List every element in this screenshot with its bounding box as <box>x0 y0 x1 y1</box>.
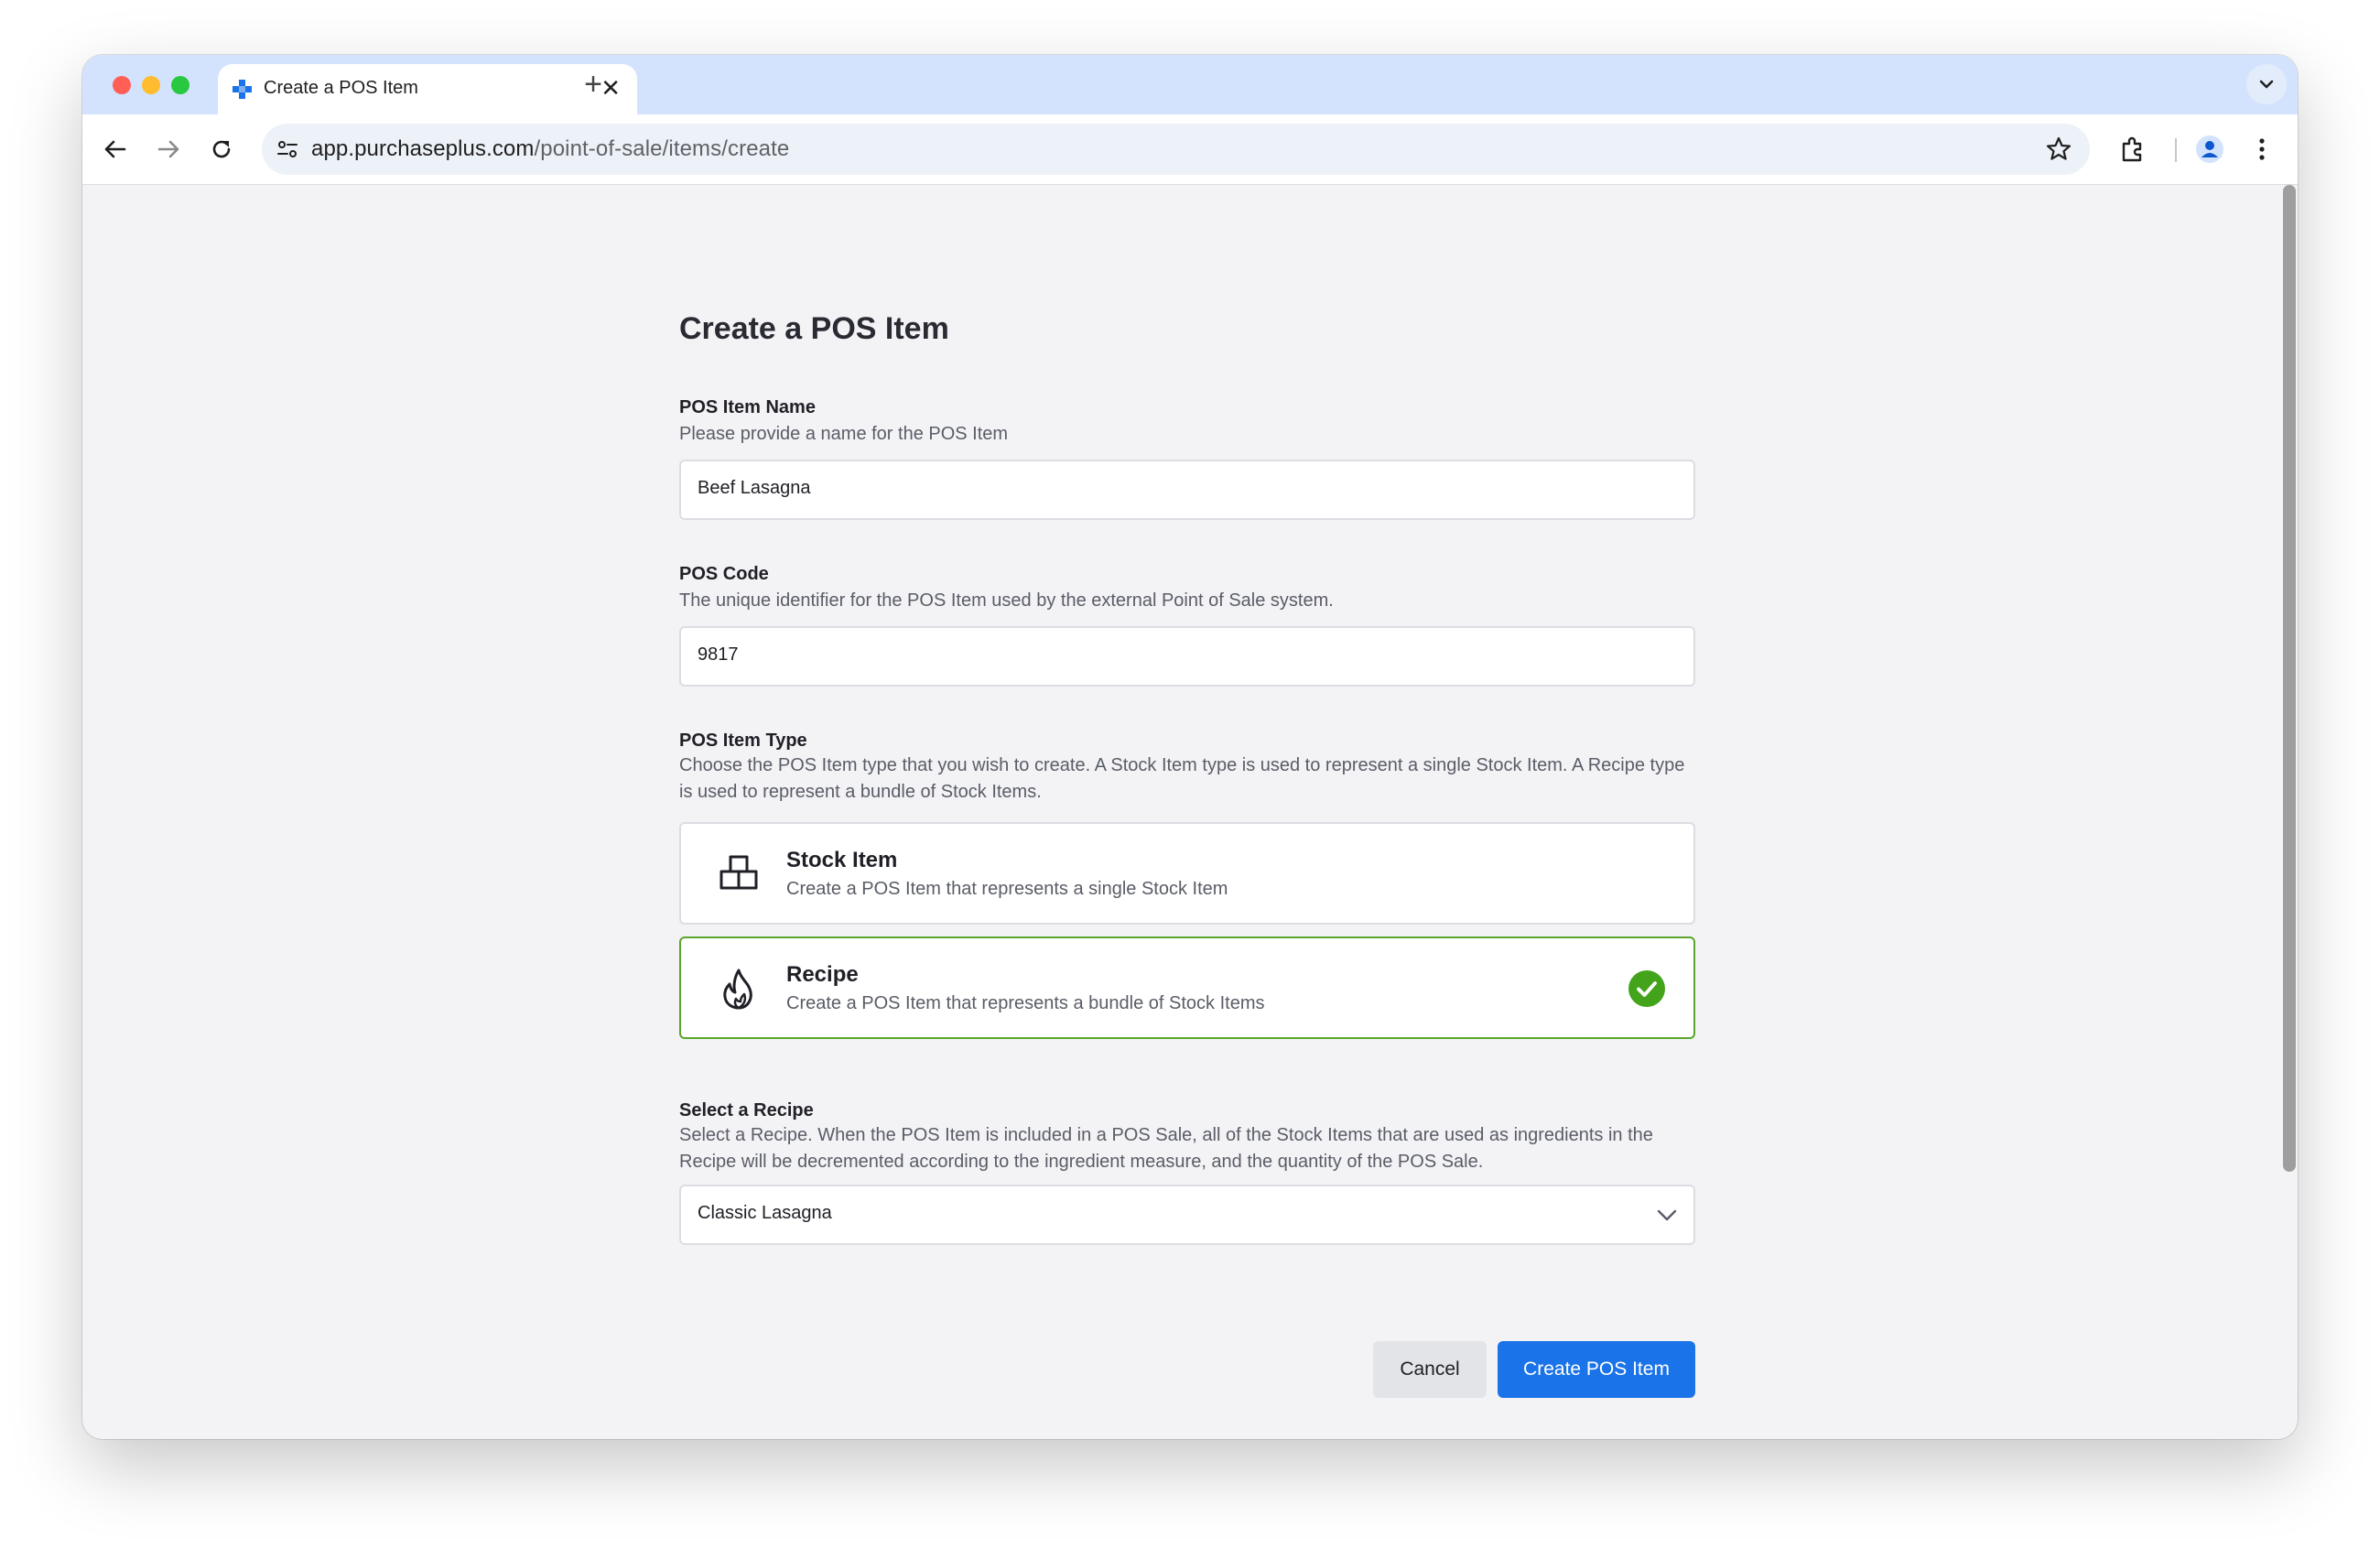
url-text[interactable]: app.purchaseplus.com/point-of-sale/items… <box>311 136 789 162</box>
select-recipe-description: Select a Recipe. When the POS Item is in… <box>679 1125 1653 1172</box>
chevron-down-icon <box>1657 1209 1677 1221</box>
pos-item-name-description: Please provide a name for the POS Item <box>679 424 1009 444</box>
option-recipe-title: Recipe <box>786 962 859 987</box>
page-viewport: Create a POS Item POS Item Name Please p… <box>82 185 2298 1439</box>
browser-window: Create a POS Item ✕ + app.purchaseplus.c… <box>82 55 2298 1439</box>
option-stock-item-description: Create a POS Item that represents a sing… <box>786 879 1228 899</box>
close-window-button[interactable] <box>113 76 131 94</box>
bookmark-star-icon[interactable] <box>2044 135 2073 164</box>
pos-code-input[interactable]: 9817 <box>679 626 1695 687</box>
vertical-scrollbar[interactable] <box>2283 185 2296 1172</box>
tab-search-button[interactable] <box>2246 64 2287 104</box>
pos-code-description: The unique identifier for the POS Item u… <box>679 590 1334 611</box>
chevron-down-icon <box>2259 80 2274 89</box>
back-icon[interactable] <box>99 133 132 166</box>
pos-item-type-description: Choose the POS Item type that you wish t… <box>679 755 1685 802</box>
boxes-icon <box>719 855 758 890</box>
flame-icon <box>723 969 752 1010</box>
option-recipe-description: Create a POS Item that represents a bund… <box>786 993 1265 1013</box>
toolbar-divider <box>2175 138 2177 162</box>
pos-code-label: POS Code <box>679 564 769 584</box>
recipe-select[interactable]: Classic Lasagna <box>679 1185 1695 1245</box>
forward-icon[interactable] <box>152 133 185 166</box>
minimize-window-button[interactable] <box>142 76 160 94</box>
page-title: Create a POS Item <box>679 311 949 346</box>
create-pos-item-button[interactable]: Create POS Item <box>1498 1341 1695 1398</box>
address-bar[interactable]: app.purchaseplus.com/point-of-sale/items… <box>262 124 2090 175</box>
url-host: app.purchaseplus.com <box>311 136 535 161</box>
pos-item-name-label: POS Item Name <box>679 397 816 417</box>
option-stock-item-title: Stock Item <box>786 848 898 872</box>
maximize-window-button[interactable] <box>171 76 189 94</box>
tab-title: Create a POS Item <box>264 78 418 98</box>
tab-bar: Create a POS Item ✕ + <box>82 55 2298 114</box>
browser-toolbar: app.purchaseplus.com/point-of-sale/items… <box>82 114 2298 185</box>
profile-avatar-icon[interactable] <box>2192 132 2227 167</box>
pos-item-type-label: POS Item Type <box>679 731 807 751</box>
cancel-button[interactable]: Cancel <box>1373 1341 1487 1398</box>
purchaseplus-favicon-icon <box>233 80 252 99</box>
more-menu-icon[interactable] <box>2245 132 2279 167</box>
url-path: /point-of-sale/items/create <box>534 136 790 161</box>
check-circle-icon <box>1628 970 1665 1007</box>
site-settings-icon[interactable] <box>275 136 300 162</box>
option-stock-item[interactable]: Stock Item Create a POS Item that repres… <box>679 822 1695 925</box>
pos-code-value: 9817 <box>698 644 739 665</box>
select-recipe-label: Select a Recipe <box>679 1100 814 1120</box>
extensions-icon[interactable] <box>2115 132 2150 167</box>
pos-item-name-input[interactable]: Beef Lasagna <box>679 460 1695 520</box>
reload-icon[interactable] <box>205 133 238 166</box>
pos-item-name-value: Beef Lasagna <box>698 478 811 498</box>
option-recipe[interactable]: Recipe Create a POS Item that represents… <box>679 936 1695 1039</box>
recipe-select-value: Classic Lasagna <box>698 1203 832 1223</box>
new-tab-button[interactable]: + <box>575 66 611 103</box>
